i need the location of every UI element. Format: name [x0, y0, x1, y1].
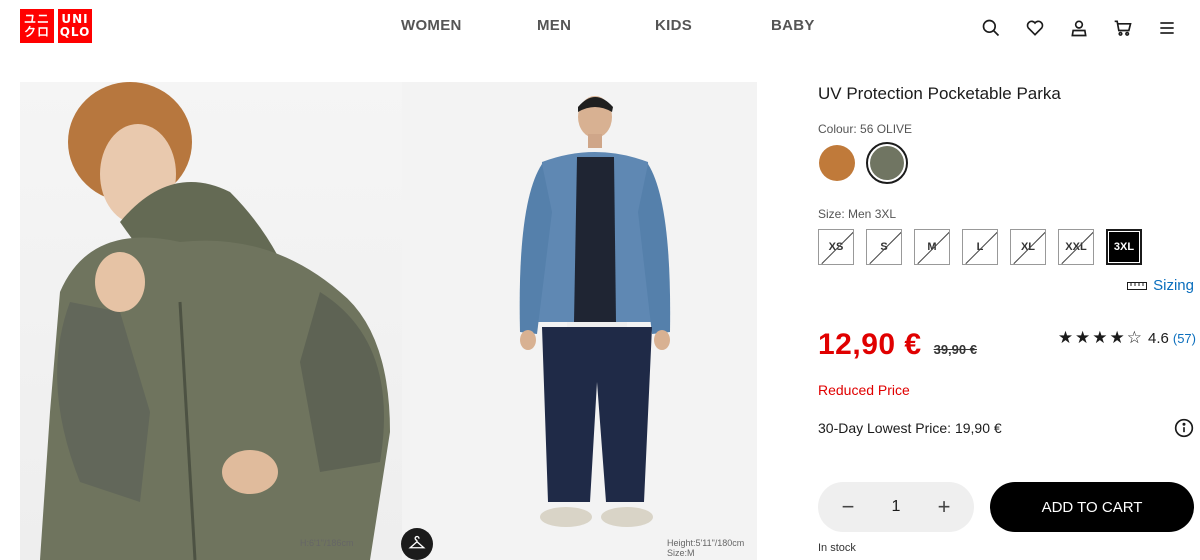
size-3xl-label: 3XL	[1109, 232, 1139, 262]
reduced-price-label: Reduced Price	[818, 382, 910, 398]
model-2-illustration	[519, 96, 671, 527]
unavailable-slash	[821, 230, 853, 264]
rating[interactable]: ★★★★☆ 4.6 (57)	[1058, 328, 1196, 348]
size-3xl[interactable]: 3XL	[1106, 229, 1142, 265]
product-gallery: H:6'1"/186cm Height:5'11"/180cm Size:M	[20, 82, 757, 560]
swatch-olive-fill	[870, 146, 904, 180]
decrease-quantity-button[interactable]: −	[838, 494, 858, 520]
caption-right-line-2: Size:M	[667, 548, 695, 558]
product-title: UV Protection Pocketable Parka	[818, 84, 1061, 103]
swatch-brown[interactable]	[818, 144, 856, 182]
unavailable-slash	[917, 230, 949, 264]
size-xl[interactable]: XL	[1010, 229, 1046, 265]
review-count[interactable]: (57)	[1173, 331, 1196, 346]
swatch-brown-fill	[819, 145, 855, 181]
quantity-value[interactable]: 1	[892, 498, 901, 516]
unavailable-slash	[1013, 230, 1045, 264]
size-xxl[interactable]: XXL	[1058, 229, 1094, 265]
product-panel: UV Protection Pocketable Parka Colour: 5…	[818, 84, 1196, 554]
unavailable-slash	[965, 230, 997, 264]
model-1-illustration	[40, 82, 390, 560]
swatch-olive[interactable]	[866, 142, 908, 184]
hanger-icon	[408, 535, 426, 549]
account-icon[interactable]	[1066, 15, 1092, 41]
search-icon[interactable]	[978, 15, 1004, 41]
nav-baby[interactable]: BABY	[771, 17, 815, 34]
product-photo-model-2[interactable]: Height:5'11"/180cm Size:M	[402, 82, 757, 560]
size-options: XS S M L XL XXL 3XL	[818, 229, 1142, 265]
photo-caption-right: Height:5'11"/180cm Size:M	[667, 538, 744, 558]
colour-swatches	[818, 142, 908, 184]
price-row: 12,90 € 39,90 €	[818, 328, 977, 362]
nav-women[interactable]: WOMEN	[401, 17, 462, 34]
lowest-price-label: 30-Day Lowest Price: 19,90 €	[818, 420, 1002, 436]
quantity-stepper: − 1 +	[818, 482, 974, 532]
info-icon[interactable]	[1174, 418, 1194, 443]
increase-quantity-button[interactable]: +	[934, 494, 954, 520]
sale-price: 12,90 €	[818, 328, 922, 361]
photo-caption-left: H:6'1"/186cm	[300, 538, 353, 548]
rating-stars: ★★★★☆	[1057, 328, 1145, 348]
caption-right-line-1: Height:5'11"/180cm	[667, 538, 745, 548]
sizing-link[interactable]: Sizing	[1127, 277, 1194, 294]
try-on-hanger-button[interactable]	[401, 528, 433, 560]
rating-value: 4.6	[1148, 329, 1169, 347]
add-to-cart-button[interactable]: ADD TO CART	[990, 482, 1194, 532]
cart-icon[interactable]	[1110, 15, 1136, 41]
header-icons	[978, 15, 1180, 41]
nav-men[interactable]: MEN	[537, 17, 571, 34]
ruler-icon	[1127, 281, 1148, 290]
size-xs[interactable]: XS	[818, 229, 854, 265]
size-l[interactable]: L	[962, 229, 998, 265]
original-price: 39,90 €	[933, 342, 977, 357]
nav-kids[interactable]: KIDS	[655, 17, 692, 34]
menu-icon[interactable]	[1154, 15, 1180, 41]
caption-left-line: H:6'1"/186cm	[300, 538, 354, 548]
product-photo-model-1[interactable]: H:6'1"/186cm	[20, 82, 402, 560]
size-s[interactable]: S	[866, 229, 902, 265]
size-label: Size: Men 3XL	[818, 207, 897, 221]
colour-label: Colour: 56 OLIVE	[818, 122, 913, 136]
sizing-label: Sizing	[1153, 277, 1194, 294]
stock-status: In stock	[818, 542, 856, 554]
unavailable-slash	[869, 230, 901, 264]
size-m[interactable]: M	[914, 229, 950, 265]
heart-icon[interactable]	[1022, 15, 1048, 41]
